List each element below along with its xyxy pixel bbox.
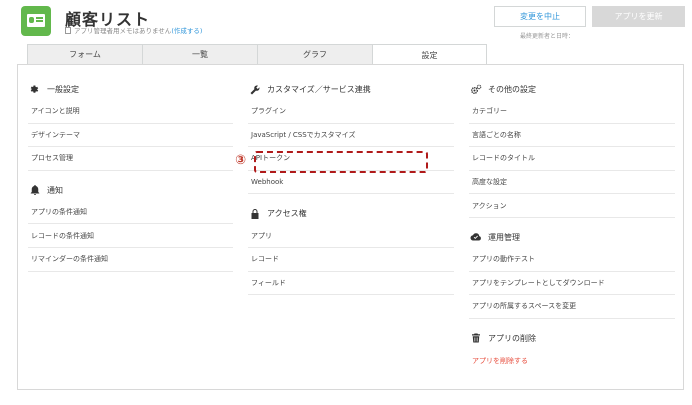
- section-customize-title: カスタマイズ／サービス連携: [267, 85, 371, 94]
- create-memo-link[interactable]: (作成する): [171, 27, 202, 35]
- gears-icon: [469, 83, 482, 96]
- tab-list[interactable]: 一覧: [142, 44, 257, 65]
- section-other-title: その他の設定: [488, 85, 536, 94]
- settings-column-1: 一般設定 アイコンと説明 デザインテーマ プロセス管理 通知 アプリの条件通知 …: [28, 79, 233, 272]
- app-memo: アプリ管理者用メモはありません(作成する): [65, 25, 202, 35]
- step-number-annotation: ③: [235, 153, 247, 168]
- setting-webhook[interactable]: Webhook: [248, 171, 454, 195]
- setting-record-notifications[interactable]: レコードの条件通知: [28, 224, 233, 248]
- lock-icon: [248, 207, 261, 220]
- section-access-heading: アクセス権: [248, 203, 454, 224]
- bell-icon: [28, 184, 41, 197]
- tab-settings[interactable]: 設定: [372, 44, 487, 66]
- setting-process-management[interactable]: プロセス管理: [28, 147, 233, 171]
- setting-record-title[interactable]: レコードのタイトル: [469, 147, 675, 171]
- settings-tabs: フォーム 一覧 グラフ 設定: [27, 44, 487, 66]
- setting-design-theme[interactable]: デザインテーマ: [28, 124, 233, 148]
- setting-js-css-customize[interactable]: JavaScript / CSSでカスタマイズ: [248, 124, 454, 148]
- tab-form[interactable]: フォーム: [27, 44, 142, 65]
- settings-column-2: カスタマイズ／サービス連携 プラグイン JavaScript / CSSでカスタ…: [248, 79, 454, 296]
- section-notifications-title: 通知: [47, 185, 63, 195]
- setting-categories[interactable]: カテゴリー: [469, 100, 675, 124]
- setting-access-field[interactable]: フィールド: [248, 272, 454, 296]
- section-general-heading: 一般設定: [28, 79, 233, 100]
- api-token-highlight-box: [254, 151, 428, 173]
- section-operations-title: 運用管理: [488, 232, 520, 242]
- wrench-icon: [248, 83, 261, 96]
- update-app-button[interactable]: アプリを更新: [592, 6, 685, 27]
- section-notifications-heading: 通知: [28, 180, 233, 201]
- delete-app-link[interactable]: アプリを削除する: [469, 349, 675, 373]
- setting-app-notifications[interactable]: アプリの条件通知: [28, 201, 233, 225]
- setting-change-space[interactable]: アプリの所属するスペースを変更: [469, 295, 675, 319]
- app-icon: [21, 6, 51, 36]
- tab-graph[interactable]: グラフ: [257, 44, 372, 65]
- setting-access-record[interactable]: レコード: [248, 248, 454, 272]
- settings-column-3: その他の設定 カテゴリー 言語ごとの名称 レコードのタイトル 高度な設定 アクシ…: [469, 79, 675, 372]
- setting-advanced[interactable]: 高度な設定: [469, 171, 675, 195]
- setting-icon-description[interactable]: アイコンと説明: [28, 100, 233, 124]
- memo-icon: [65, 27, 71, 34]
- section-delete-title: アプリの削除: [488, 333, 536, 343]
- memo-text: アプリ管理者用メモはありません: [74, 27, 172, 35]
- trash-icon: [469, 332, 482, 345]
- cancel-changes-button[interactable]: 変更を中止: [494, 6, 586, 27]
- section-other-heading: その他の設定: [469, 79, 675, 100]
- setting-access-app[interactable]: アプリ: [248, 224, 454, 248]
- section-delete-heading: アプリの削除: [469, 328, 675, 349]
- setting-download-template[interactable]: アプリをテンプレートとしてダウンロード: [469, 272, 675, 296]
- setting-localized-names[interactable]: 言語ごとの名称: [469, 124, 675, 148]
- setting-app-test[interactable]: アプリの動作テスト: [469, 248, 675, 272]
- gear-icon: [28, 83, 41, 96]
- setting-plugins[interactable]: プラグイン: [248, 100, 454, 124]
- section-operations-heading: 運用管理: [469, 227, 675, 248]
- section-general-title: 一般設定: [47, 85, 79, 94]
- section-customize-heading: カスタマイズ／サービス連携: [248, 79, 454, 100]
- last-updated-label: 最終更新者と日時：: [520, 33, 575, 40]
- settings-panel: 一般設定 アイコンと説明 デザインテーマ プロセス管理 通知 アプリの条件通知 …: [17, 64, 684, 390]
- cloud-icon: [469, 231, 482, 244]
- setting-reminder-notifications[interactable]: リマインダーの条件通知: [28, 248, 233, 272]
- section-access-title: アクセス権: [267, 209, 307, 219]
- setting-actions[interactable]: アクション: [469, 194, 675, 218]
